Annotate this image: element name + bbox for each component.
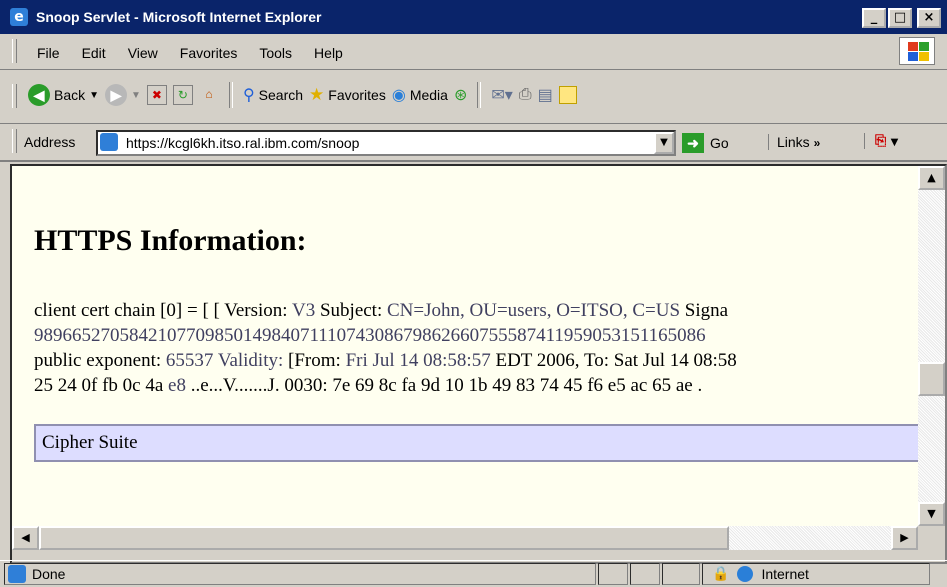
ie-logo-icon[interactable]: e [10, 8, 28, 26]
address-grip[interactable] [12, 129, 17, 153]
scroll-left-icon[interactable]: ◀ [12, 526, 39, 550]
edit-icon[interactable]: ▤ [538, 85, 553, 105]
page-icon [100, 133, 118, 151]
refresh-icon[interactable]: ↻ [172, 85, 193, 105]
go-arrow-icon: ➜ [682, 133, 704, 153]
menu-help[interactable]: Help [303, 43, 354, 63]
menu-bar: File Edit View Favorites Tools Help [0, 34, 947, 70]
cipher-suite-label: Cipher Suite [42, 432, 138, 453]
search-button[interactable]: ⚲ Search [243, 85, 303, 105]
vertical-scrollbar[interactable]: ▲ ▼ [918, 166, 945, 526]
status-pane [598, 563, 628, 585]
page-heading: HTTPS Information: [34, 224, 307, 257]
back-dropdown-icon[interactable]: ▼ [89, 90, 99, 101]
links-button[interactable]: Links » [768, 134, 820, 150]
mail-icon[interactable]: ✉▾ [491, 85, 512, 105]
cert-line: public exponent: 65537 Validity: [From: … [34, 350, 737, 371]
address-url[interactable]: https://kcgl6kh.itso.ral.ibm.com/snoop [126, 135, 359, 151]
title-bar: e Snoop Servlet - Microsoft Internet Exp… [0, 0, 947, 34]
forward-button[interactable]: ▶ ▼ [105, 84, 141, 106]
forward-arrow-icon: ▶ [105, 84, 128, 106]
lock-icon[interactable]: 🔒 [712, 565, 729, 582]
globe-icon [737, 565, 754, 582]
toolbar-grip[interactable] [12, 84, 17, 108]
print-icon[interactable]: ⎙ [519, 86, 532, 104]
acrobat-icon: ⎘ [875, 133, 887, 149]
go-label: Go [710, 135, 729, 151]
close-button[interactable]: × [917, 8, 941, 28]
standard-toolbar: ◀ Back ▼ ▶ ▼ ✖ ↻ ⌂ ⚲ Search ★ Favorites … [0, 70, 947, 124]
stop-icon[interactable]: ✖ [146, 85, 167, 105]
page-content[interactable]: HTTPS Information: client cert chain [0]… [12, 166, 918, 526]
address-input[interactable]: https://kcgl6kh.itso.ral.ibm.com/snoop ▼ [96, 130, 676, 156]
home-icon[interactable]: ⌂ [199, 85, 219, 105]
cert-line: client cert chain [0] = [ [ Version: V3 … [34, 300, 729, 321]
maximize-button[interactable]: □ [888, 8, 912, 28]
zone-label: Internet [761, 565, 809, 582]
links-label: Links [777, 134, 810, 150]
menu-tools[interactable]: Tools [248, 43, 303, 63]
window-title: Snoop Servlet - Microsoft Internet Explo… [36, 9, 322, 25]
back-arrow-icon: ◀ [28, 84, 50, 106]
scrollbar-corner [918, 526, 945, 550]
back-button[interactable]: ◀ Back ▼ [28, 84, 99, 106]
cipher-suite-row: Cipher Suite [34, 424, 918, 462]
scroll-down-icon[interactable]: ▼ [918, 502, 945, 526]
toolbar-separator [228, 82, 233, 108]
minimize-button[interactable]: _ [862, 8, 886, 28]
horizontal-scrollbar[interactable]: ◀ ▶ [12, 526, 918, 550]
cert-line: 25 24 0f fb 0c 4a e8 ..e...V.......J. 00… [34, 375, 703, 396]
address-dropdown-icon[interactable]: ▼ [654, 132, 674, 154]
history-icon[interactable]: ⊛ [454, 85, 467, 105]
menu-file[interactable]: File [26, 43, 71, 63]
favorites-button[interactable]: ★ Favorites [309, 85, 386, 105]
messenger-icon[interactable] [558, 86, 577, 104]
acrobat-button[interactable]: ⎘ ▼ [864, 133, 898, 149]
address-bar: Address https://kcgl6kh.itso.ral.ibm.com… [0, 124, 947, 162]
media-label: Media [409, 87, 448, 103]
media-icon: ◉ [391, 87, 406, 104]
address-label: Address [24, 134, 76, 150]
vertical-scroll-thumb[interactable] [918, 362, 945, 396]
windows-logo-icon [899, 37, 935, 65]
acrobat-dropdown-icon: ▼ [890, 137, 899, 148]
favorites-star-icon: ★ [309, 85, 325, 104]
cert-line: 9896652705842107709850149840711107430867… [34, 325, 706, 346]
menu-edit[interactable]: Edit [71, 43, 117, 63]
forward-dropdown-icon[interactable]: ▼ [131, 90, 141, 101]
chevron-right-icon: » [813, 136, 821, 150]
window-controls: _ □ × [862, 8, 941, 28]
status-bar: Done 🔒 Internet [0, 560, 947, 587]
media-button[interactable]: ◉ Media [392, 85, 448, 105]
menu-favorites[interactable]: Favorites [169, 43, 249, 63]
favorites-label: Favorites [328, 87, 386, 103]
scroll-right-icon[interactable]: ▶ [891, 526, 918, 550]
horizontal-scroll-thumb[interactable] [39, 526, 729, 550]
menu-view[interactable]: View [117, 43, 169, 63]
status-pane [630, 563, 660, 585]
cert-text: client cert chain [0] = [ [ Version: V3 … [34, 298, 737, 398]
search-label: Search [258, 87, 304, 103]
status-pane-main [4, 563, 596, 585]
back-label: Back [54, 87, 86, 103]
search-icon: ⚲ [242, 87, 255, 104]
status-pane [662, 563, 700, 585]
go-button[interactable]: ➜ Go [682, 133, 729, 153]
security-zone[interactable]: 🔒 Internet [712, 565, 809, 582]
scroll-up-icon[interactable]: ▲ [918, 166, 945, 190]
toolbar-separator [477, 82, 482, 108]
menu-grip[interactable] [12, 39, 17, 63]
